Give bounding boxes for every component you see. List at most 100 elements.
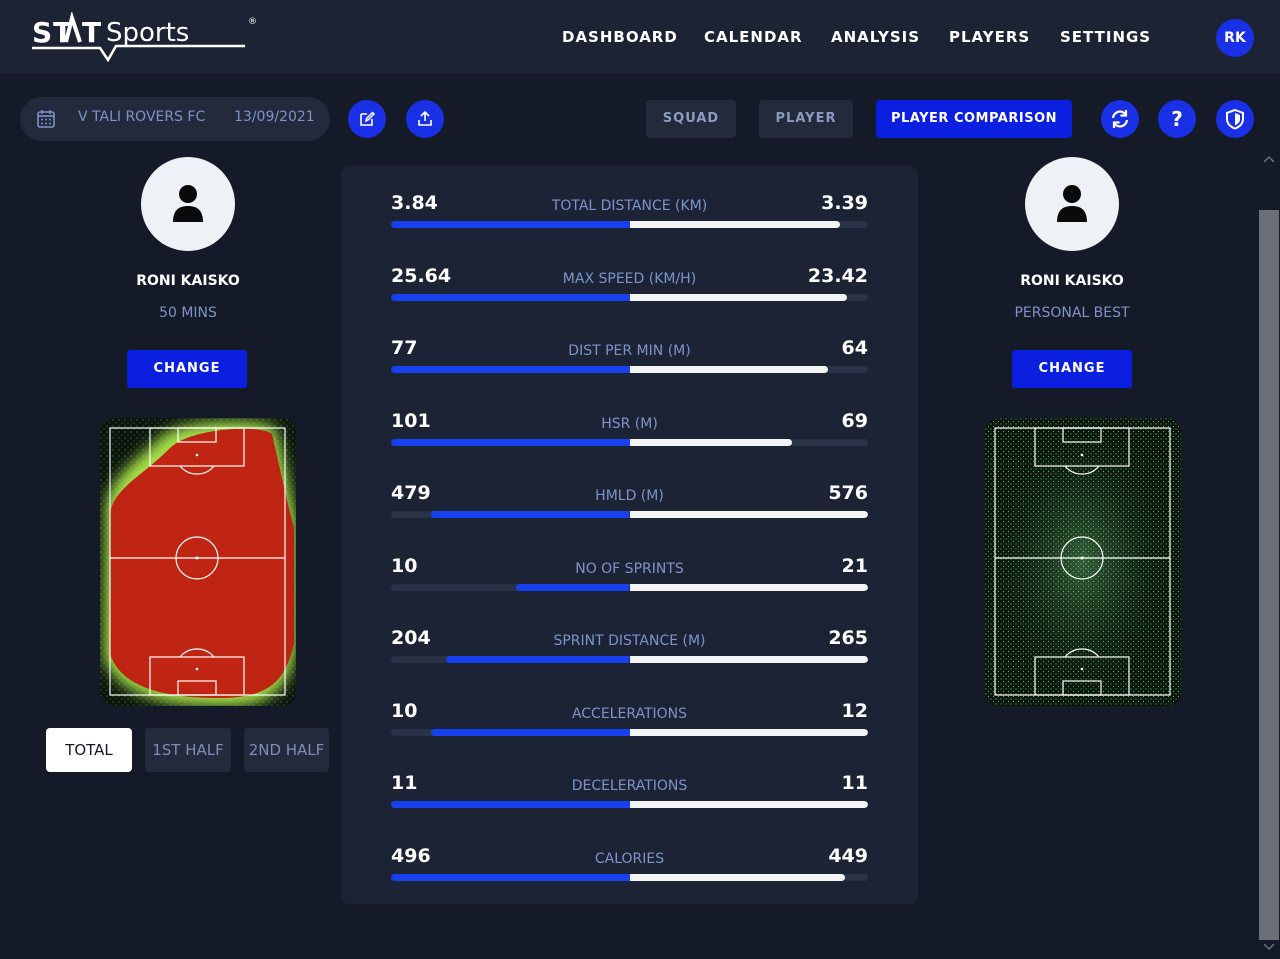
bar-left-fill (445, 656, 630, 663)
stat-row: 3.84 TOTAL DISTANCE (KM) 3.39 (341, 192, 918, 264)
nav-analysis[interactable]: ANALYSIS (831, 28, 920, 46)
comparison-bar (391, 293, 868, 301)
help-button[interactable]: ? (1158, 100, 1196, 138)
comparison-bar (391, 511, 868, 518)
bar-right-fill (629, 873, 846, 881)
stat-label: DIST PER MIN (M) (568, 343, 691, 359)
stat-label: DECELERATIONS (571, 778, 688, 794)
stat-label: NO OF SPRINTS (575, 560, 684, 577)
scroll-up-icon[interactable] (1263, 155, 1275, 163)
nav-players[interactable]: PLAYERS (949, 28, 1030, 46)
comparison-bar (391, 873, 868, 881)
match-name: V TALI ROVERS FC (78, 109, 206, 125)
comparison-bar (391, 221, 868, 228)
left-player-duration: 50 MINS (159, 305, 217, 321)
bar-right-fill (629, 728, 868, 736)
main-navigation: DASHBOARD CALENDAR ANALYSIS PLAYERS SETT… (0, 28, 1280, 48)
tab-player[interactable]: PLAYER (759, 100, 853, 138)
period-total[interactable]: TOTAL (46, 728, 132, 772)
right-player-avatar (1025, 157, 1119, 251)
user-icon (173, 185, 203, 222)
right-player-name: RONI KAISKO (1020, 273, 1124, 289)
bar-left-fill (391, 221, 630, 228)
stat-row: 77 DIST PER MIN (M) 64 (341, 337, 918, 409)
match-selector[interactable]: V TALI ROVERS FC 13/09/2021 (20, 97, 330, 141)
edit-button[interactable] (348, 100, 386, 138)
stat-row: 10 ACCELERATIONS 12 (341, 700, 918, 772)
match-date: 13/09/2021 (234, 109, 315, 125)
right-player-context: PERSONAL BEST (1014, 305, 1130, 321)
bar-left-fill (430, 728, 630, 736)
stat-row: 204 SPRINT DISTANCE (M) 265 (341, 627, 918, 699)
edit-icon (360, 111, 376, 126)
bar-left-fill (391, 438, 630, 446)
nav-dashboard[interactable]: DASHBOARD (562, 28, 678, 46)
user-icon (1057, 185, 1087, 222)
share-icon (418, 110, 432, 126)
bar-right-fill (629, 511, 868, 518)
bar-right-fill (629, 221, 841, 228)
refresh-icon (1111, 110, 1129, 128)
comparison-bar (391, 583, 868, 591)
left-change-button[interactable]: CHANGE (127, 350, 247, 388)
nav-calendar[interactable]: CALENDAR (704, 28, 803, 46)
bar-left-fill (391, 873, 630, 881)
bar-right-fill (629, 656, 868, 663)
bar-left-fill (391, 801, 630, 808)
right-heatmap (985, 418, 1181, 706)
calendar-icon (37, 110, 55, 128)
scroll-down-icon[interactable] (1263, 943, 1275, 951)
stat-row: 101 HSR (M) 69 (341, 410, 918, 482)
stat-right-value: 449 (828, 844, 868, 867)
stat-row: 25.64 MAX SPEED (KM/H) 23.42 (341, 265, 918, 337)
refresh-button[interactable] (1101, 100, 1139, 138)
bar-left-fill (391, 293, 630, 301)
tab-squad[interactable]: SQUAD (646, 100, 736, 138)
left-player-name: RONI KAISKO (136, 273, 240, 289)
svg-text:®: ® (248, 17, 257, 27)
period-second-half[interactable]: 2ND HALF (244, 728, 329, 772)
left-heatmap (100, 418, 296, 706)
bar-right-fill (629, 293, 848, 301)
comparison-bar (391, 728, 868, 736)
bar-right-fill (629, 366, 828, 373)
scrollbar-thumb[interactable] (1259, 210, 1279, 940)
svg-text:?: ? (1171, 108, 1183, 130)
period-first-half[interactable]: 1ST HALF (145, 728, 231, 772)
bar-right-fill (629, 583, 868, 591)
help-icon: ? (1171, 108, 1183, 130)
share-button[interactable] (406, 100, 444, 138)
stat-row: 479 HMLD (M) 576 (341, 482, 918, 554)
privacy-button[interactable] (1216, 100, 1254, 138)
comparison-stats-panel: 3.84 TOTAL DISTANCE (KM) 3.39 25.64 MAX SPEE… (341, 166, 918, 904)
stat-row: 10 NO OF SPRINTS 21 (341, 555, 918, 627)
stat-right-value: 265 (828, 627, 868, 649)
stat-row: 496 CALORIES 449 (341, 845, 918, 917)
tab-player-comparison[interactable]: PLAYER COMPARISON (876, 100, 1072, 138)
comparison-bar (391, 438, 868, 446)
stat-right-value: 12 (841, 699, 868, 722)
stat-label: HSR (M) (601, 415, 658, 432)
bar-left-fill (515, 583, 630, 591)
bar-left-fill (431, 511, 630, 518)
bar-left-fill (391, 366, 630, 373)
left-player-avatar (141, 157, 235, 251)
stat-right-value: 64 (841, 337, 868, 359)
stat-row: 11 DECELERATIONS 11 (341, 772, 918, 844)
stat-label: ACCELERATIONS (571, 705, 688, 722)
stat-right-value: 3.39 (821, 192, 868, 214)
bar-right-fill (629, 438, 793, 446)
nav-settings[interactable]: SETTINGS (1060, 28, 1151, 46)
user-avatar[interactable]: RK (1216, 19, 1254, 57)
stat-right-value: 576 (828, 482, 868, 504)
comparison-bar (391, 366, 868, 373)
stat-right-value: 69 (841, 409, 868, 432)
shield-icon (1226, 108, 1244, 130)
right-change-button[interactable]: CHANGE (1012, 350, 1132, 388)
comparison-bar (391, 801, 868, 808)
stat-right-value: 11 (841, 772, 868, 794)
stat-right-value: 23.42 (807, 264, 868, 287)
bar-right-fill (629, 801, 868, 808)
top-navigation-bar: ST T Sports ® DASHBOARD CALENDAR ANALYSI… (0, 0, 1280, 75)
comparison-bar (391, 656, 868, 663)
